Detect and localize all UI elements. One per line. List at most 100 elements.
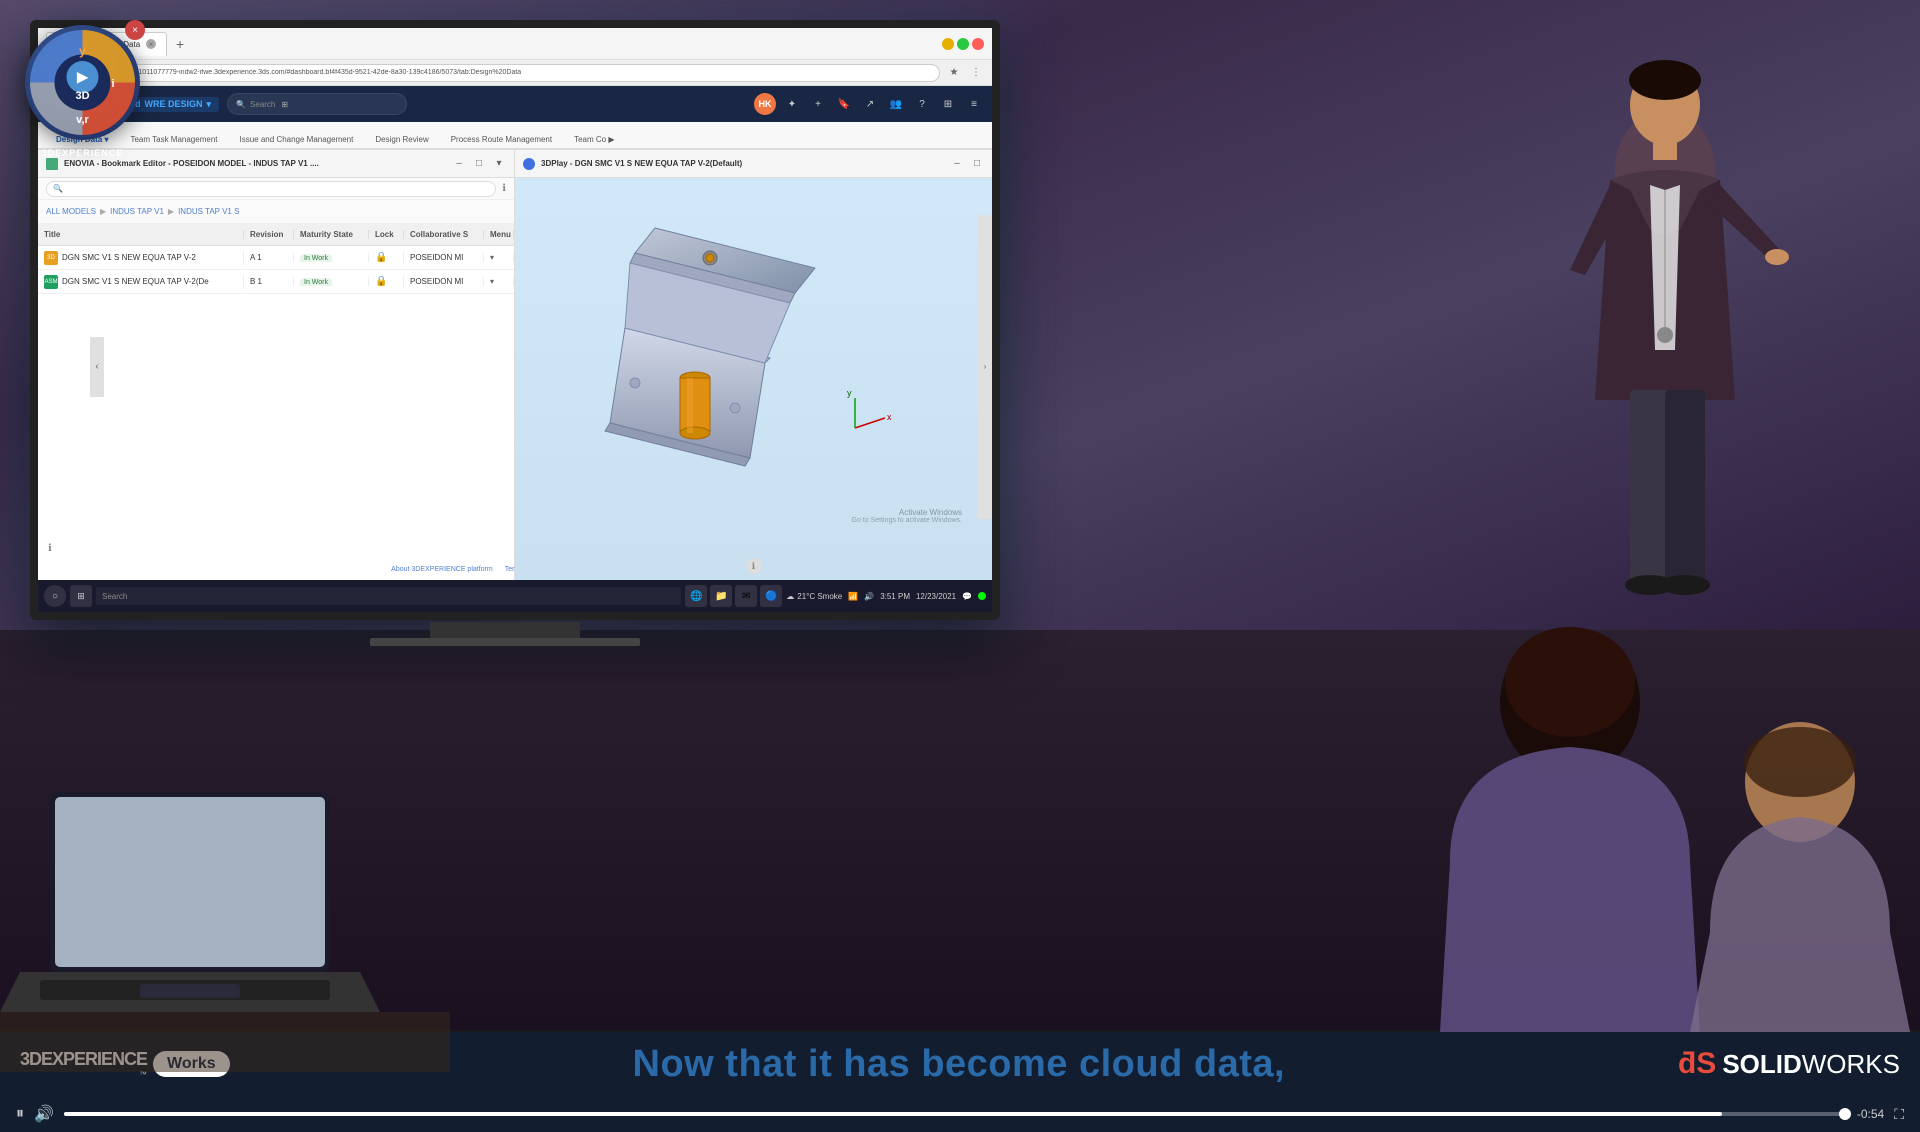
- bc-indus-tap-v1s[interactable]: INDUS TAP V1 S: [178, 207, 239, 216]
- row1-collab: POSEIDON MI: [404, 253, 484, 262]
- tab-process-route[interactable]: Process Route Management: [441, 131, 562, 150]
- volume-icon: 🔊: [864, 592, 874, 601]
- menu-button[interactable]: ⋮: [968, 65, 984, 81]
- tab-design-review[interactable]: Design Review: [365, 131, 438, 150]
- add-widget-icon[interactable]: +: [808, 94, 828, 114]
- ds-mark: ƌS: [1678, 1047, 1716, 1081]
- app-bar-search[interactable]: 🔍 Search ⊞: [227, 93, 407, 115]
- bookmark-nav-icon[interactable]: 🔖: [834, 94, 854, 114]
- footer-about[interactable]: About 3DEXPERIENCE platform: [391, 566, 493, 573]
- sw-ds-mark: ƌS: [1678, 1047, 1716, 1081]
- col-revision: Revision: [244, 230, 294, 239]
- browser-tab-close[interactable]: ×: [146, 39, 156, 49]
- panel-close-button[interactable]: ▾: [492, 157, 506, 171]
- bc-indus-tap-v1[interactable]: INDUS TAP V1: [110, 207, 164, 216]
- panel-minimize-button[interactable]: –: [452, 157, 466, 171]
- notification-icon[interactable]: 💬: [962, 592, 972, 601]
- user-avatar[interactable]: HK: [754, 93, 776, 115]
- taskbar-time: 3:51 PM: [880, 592, 910, 601]
- help-icon[interactable]: ?: [912, 94, 932, 114]
- table-row[interactable]: 3D DGN SMC V1 S NEW EQUA TAP V-2 A 1 In …: [38, 246, 514, 270]
- bc-sep-2: ▶: [168, 207, 174, 216]
- model-3d-area[interactable]: x y Activate Windows Go to Settings to a…: [515, 178, 992, 584]
- taskbar-search-btn[interactable]: ○: [44, 585, 66, 607]
- table-row[interactable]: ASM DGN SMC V1 S NEW EQUA TAP V-2(De B 1…: [38, 270, 514, 294]
- volume-button[interactable]: 🔊: [34, 1104, 54, 1124]
- row2-menu[interactable]: ▾: [484, 277, 514, 286]
- data-table: Title Revision Maturity State Lock Colla…: [38, 224, 514, 294]
- taskbar-search-bar[interactable]: Search: [96, 587, 681, 605]
- tab-issue-change[interactable]: Issue and Change Management: [230, 131, 364, 150]
- fullscreen-button[interactable]: ⛶: [1894, 1106, 1904, 1123]
- monitor-base: [370, 638, 640, 646]
- address-input[interactable]: r11321011077779-indw2-ifwe.3dexperience.…: [112, 64, 940, 82]
- list-view-icon[interactable]: ≡: [964, 94, 984, 114]
- row2-icon: ASM: [44, 275, 58, 289]
- taskbar-task-view[interactable]: ⊞: [70, 585, 92, 607]
- right-panel-header: 3DPlay - DGN SMC V1 S NEW EQUA TAP V-2(D…: [515, 150, 992, 178]
- breadcrumb: ALL MODELS ▶ INDUS TAP V1 ▶ INDUS TAP V1…: [38, 200, 514, 224]
- footer-links: About 3DEXPERIENCE platform Terms of Use…: [38, 562, 515, 577]
- taskbar-browser-icon[interactable]: 🔵: [760, 585, 782, 607]
- minimize-button[interactable]: [942, 38, 954, 50]
- panel-toolbar: 🔍 ℹ: [38, 178, 514, 200]
- tab-team-co[interactable]: Team Co ▶: [564, 131, 624, 150]
- weather-icon: ☁: [786, 592, 794, 601]
- url-text: r11321011077779-indw2-ifwe.3dexperience.…: [121, 69, 521, 76]
- col-maturity: Maturity State: [294, 230, 369, 239]
- compass-nav-icon[interactable]: ✦: [782, 94, 802, 114]
- right-panel-minimize[interactable]: –: [950, 157, 964, 171]
- maximize-button[interactable]: [957, 38, 969, 50]
- taskbar-app-icons: 🌐 📁 ✉ 🔵: [685, 585, 782, 607]
- people-icon[interactable]: 👥: [886, 94, 906, 114]
- col-menu: Menu: [484, 230, 514, 239]
- search-icon: 🔍: [236, 100, 246, 109]
- progress-bar[interactable]: [64, 1112, 1847, 1116]
- table-header: Title Revision Maturity State Lock Colla…: [38, 224, 514, 246]
- right-panel-collapse[interactable]: ›: [978, 215, 992, 519]
- compass-circle[interactable]: y i v,r ▶ 3D: [25, 25, 140, 140]
- model-info-button[interactable]: ℹ: [746, 558, 762, 574]
- svg-text:v,r: v,r: [76, 114, 89, 126]
- search-filter-icon: ⊞: [281, 100, 288, 109]
- svg-text:y: y: [79, 44, 86, 58]
- taskbar-mail-icon[interactable]: ✉: [735, 585, 757, 607]
- row1-title: DGN SMC V1 S NEW EQUA TAP V-2: [62, 253, 196, 262]
- taskbar-folder-icon[interactable]: 📁: [710, 585, 732, 607]
- right-panel: 3DPlay - DGN SMC V1 S NEW EQUA TAP V-2(D…: [515, 150, 992, 584]
- taskbar: ○ ⊞ Search 🌐 📁 ✉ 🔵 ☁ 21°C Smoke 📶 🔊 3:51…: [38, 580, 992, 612]
- pause-button[interactable]: ⏸: [16, 1105, 24, 1123]
- sw-solid-text: SOLID: [1722, 1049, 1801, 1079]
- row2-title: DGN SMC V1 S NEW EQUA TAP V-2(De: [62, 277, 209, 286]
- 3dplay-icon: [523, 158, 535, 170]
- weather-info: 21°C Smoke: [797, 592, 842, 601]
- right-panel-expand[interactable]: □: [970, 157, 984, 171]
- panel-search[interactable]: 🔍: [46, 181, 496, 197]
- grid-view-icon[interactable]: ⊞: [938, 94, 958, 114]
- close-button[interactable]: [972, 38, 984, 50]
- share-icon[interactable]: ↗: [860, 94, 880, 114]
- subtitle-text: Now that it has become cloud data,: [260, 1043, 1658, 1086]
- panel-search-icon: 🔍: [53, 184, 63, 193]
- browser-new-tab-button[interactable]: +: [171, 35, 189, 53]
- row1-title-cell: 3D DGN SMC V1 S NEW EQUA TAP V-2: [38, 251, 244, 265]
- search-placeholder-text: Search: [250, 100, 275, 109]
- bc-all-models[interactable]: ALL MODELS: [46, 207, 96, 216]
- row1-menu[interactable]: ▾: [484, 253, 514, 262]
- wall-monitor: 3UN - Design Data × + ← → ↺ r11321011077…: [30, 20, 1000, 620]
- panel-info-icon[interactable]: ℹ: [502, 183, 506, 194]
- left-panel-collapse[interactable]: ‹: [90, 337, 104, 397]
- row1-icon: 3D: [44, 251, 58, 265]
- compass-close-button[interactable]: ×: [125, 20, 145, 40]
- sw-works-text: WORKS: [1802, 1049, 1900, 1079]
- row2-maturity: In Work: [294, 277, 369, 286]
- col-lock: Lock: [369, 230, 404, 239]
- taskbar-edge-icon[interactable]: 🌐: [685, 585, 707, 607]
- compass-widget[interactable]: y i v,r ▶ 3D 3DEXPERIENCE ×: [25, 25, 140, 145]
- taskbar-system-tray: ☁ 21°C Smoke 📶 🔊 3:51 PM 12/23/2021 💬: [786, 592, 986, 601]
- bookmark-button[interactable]: ★: [946, 65, 962, 81]
- panel-expand-button[interactable]: □: [472, 157, 486, 171]
- right-panel-title: 3DPlay - DGN SMC V1 S NEW EQUA TAP V-2(D…: [541, 159, 944, 168]
- bc-sep-1: ▶: [100, 207, 106, 216]
- footer-terms[interactable]: Terms of Use: [505, 566, 515, 573]
